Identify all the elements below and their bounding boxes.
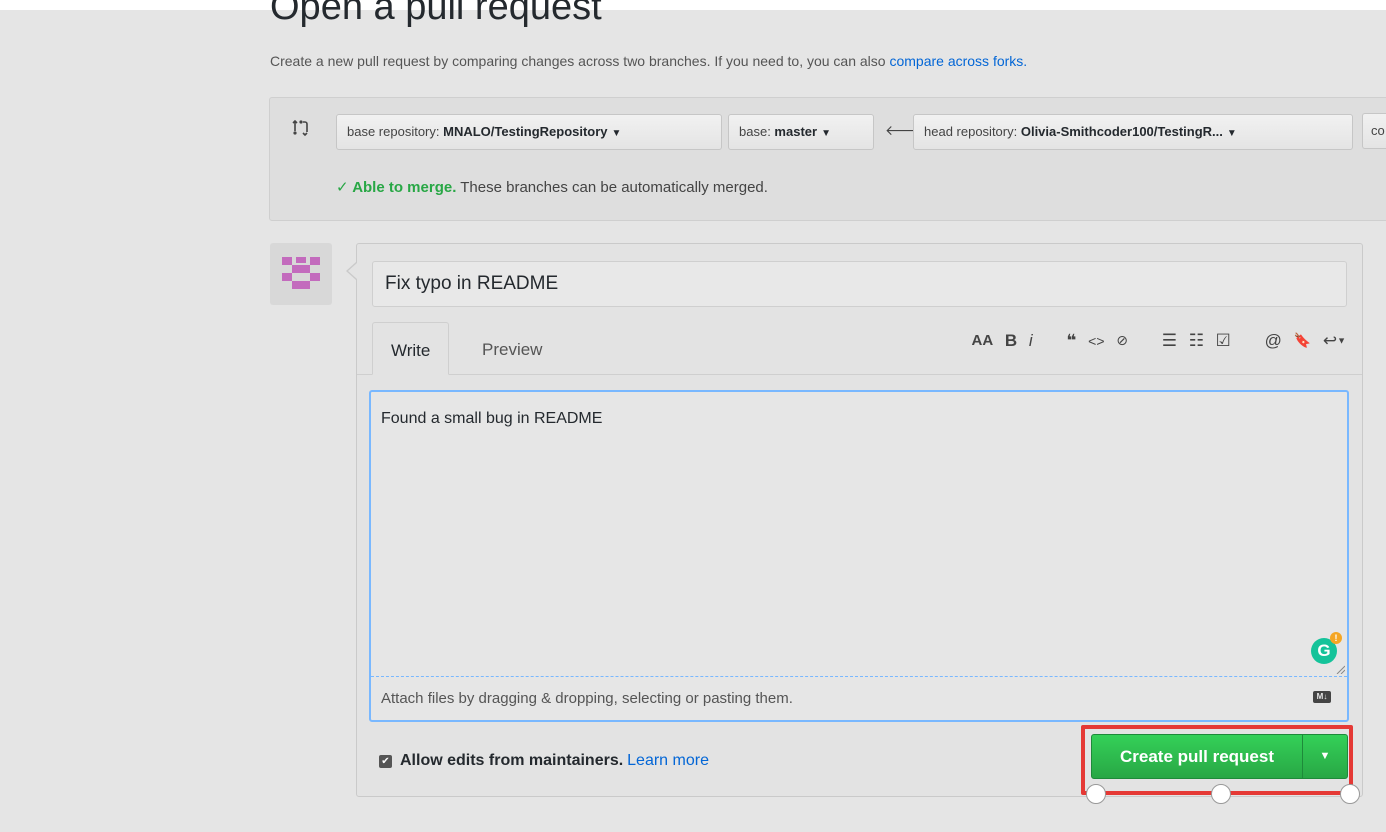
- tab-write[interactable]: Write: [372, 322, 450, 375]
- chevron-down-icon: ▼: [1226, 128, 1237, 139]
- ordered-list-icon[interactable]: ☷: [1189, 331, 1204, 351]
- task-list-icon[interactable]: ☑: [1216, 331, 1231, 351]
- resize-grip-icon[interactable]: [1335, 664, 1345, 674]
- top-strip: [0, 0, 1386, 10]
- compare-branch-select[interactable]: co: [1362, 113, 1386, 149]
- identicon-icon: [278, 251, 324, 297]
- compare-bar: base repository: MNALO/TestingRepository…: [269, 97, 1386, 221]
- learn-more-link[interactable]: Learn more: [627, 752, 709, 769]
- markdown-icon: M↓: [1313, 691, 1331, 703]
- page-subtitle: Create a new pull request by comparing c…: [270, 53, 1028, 69]
- link-icon[interactable]: ⊘: [1116, 332, 1128, 349]
- allow-edits-label: Allow edits from maintainers.: [400, 752, 624, 769]
- chevron-down-icon: ▼: [821, 128, 831, 139]
- page-title: Open a pull request: [270, 0, 602, 28]
- markdown-toolbar: AA B i ❝ <> ⊘ ☰ ☷ ☑ @ 🔖 ↩▼: [964, 330, 1346, 356]
- header-text-icon[interactable]: AA: [971, 332, 993, 349]
- allow-edits-checkbox[interactable]: ✔: [379, 755, 392, 768]
- unordered-list-icon[interactable]: ☰: [1162, 331, 1177, 351]
- mention-icon[interactable]: @: [1265, 331, 1282, 351]
- body-text: Found a small bug in README: [381, 410, 603, 427]
- head-repository-select[interactable]: head repository: Olivia-Smithcoder100/Te…: [913, 114, 1353, 150]
- form-pointer-inner: [348, 263, 357, 279]
- bookmark-icon[interactable]: 🔖: [1294, 332, 1311, 349]
- avatar: [270, 243, 332, 305]
- bold-icon[interactable]: B: [1005, 331, 1017, 351]
- attach-files-hint[interactable]: Attach files by dragging & dropping, sel…: [371, 676, 1347, 720]
- code-icon[interactable]: <>: [1088, 333, 1104, 349]
- compare-arrows-icon: [292, 119, 308, 137]
- check-icon: ✓: [336, 179, 353, 196]
- tab-preview[interactable]: Preview: [464, 322, 560, 375]
- italic-icon[interactable]: i: [1029, 331, 1033, 351]
- merge-status: ✓ Able to merge. These branches can be a…: [336, 179, 768, 196]
- compare-across-forks-link[interactable]: compare across forks.: [889, 53, 1027, 69]
- body-textarea[interactable]: Found a small bug in README G ! Attach f…: [369, 390, 1349, 722]
- quote-icon[interactable]: ❝: [1066, 331, 1076, 351]
- title-input[interactable]: Fix typo in README: [372, 261, 1347, 307]
- annotation-handle[interactable]: [1340, 784, 1360, 804]
- pull-request-form: Fix typo in README Write Preview AA B i …: [356, 243, 1363, 797]
- allow-edits-option: ✔ Allow edits from maintainers. Learn more: [379, 752, 709, 770]
- chevron-down-icon: ▼: [611, 128, 622, 139]
- base-repository-select[interactable]: base repository: MNALO/TestingRepository…: [336, 114, 722, 150]
- chevron-down-icon: ▼: [1337, 335, 1346, 346]
- warning-badge-icon: !: [1330, 632, 1342, 644]
- annotation-handle[interactable]: [1211, 784, 1231, 804]
- base-branch-select[interactable]: base: master ▼: [728, 114, 874, 150]
- reply-icon[interactable]: ↩: [1323, 331, 1337, 351]
- annotation-handle[interactable]: [1086, 784, 1106, 804]
